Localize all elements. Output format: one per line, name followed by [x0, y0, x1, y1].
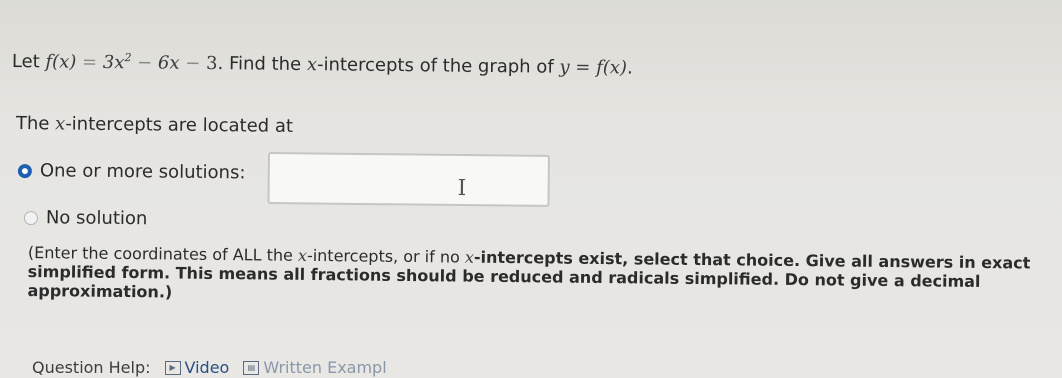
question-middle: . Find the	[217, 53, 307, 76]
x-variable: x	[306, 54, 318, 76]
question-help-bar: Question Help: ▶ Video ▤ Written Exampl	[32, 358, 387, 377]
term-constant: 3	[206, 53, 218, 75]
written-example-link[interactable]: ▤ Written Exampl	[243, 358, 387, 377]
option-label: No solution	[45, 207, 148, 230]
function-lhs: f(x)	[45, 51, 77, 73]
y-variable: y	[559, 56, 570, 78]
question-prefix: Let	[11, 50, 46, 73]
text-cursor-icon: I	[457, 175, 467, 202]
option-label: One or more solutions:	[39, 160, 246, 184]
equals-sign: =	[76, 51, 103, 73]
question-help-label: Question Help:	[32, 358, 151, 377]
minus-sign: −	[179, 52, 207, 75]
function-reference: f(x)	[596, 57, 628, 79]
x-variable: x	[464, 247, 475, 267]
x-variable: x	[297, 245, 308, 265]
answer-instructions: (Enter the coordinates of ALL the x-inte…	[27, 243, 1031, 302]
question-text: Let f(x) = 3x2 − 6x − 3. Find the x-inte…	[12, 50, 633, 79]
video-icon: ▶	[164, 360, 181, 375]
term-linear: 6x	[157, 52, 180, 74]
answer-intro: The x-intercepts are located at	[15, 113, 294, 137]
radio-unselected-icon[interactable]	[23, 210, 38, 225]
minus-sign: −	[131, 52, 159, 74]
radio-selected-icon[interactable]	[17, 163, 32, 178]
question-end: .	[626, 57, 633, 79]
document-icon: ▤	[243, 360, 260, 375]
video-link[interactable]: ▶ Video	[164, 358, 229, 377]
question-page: Let f(x) = 3x2 − 6x − 3. Find the x-inte…	[0, 0, 1062, 378]
question-suffix: -intercepts of the graph of	[316, 54, 560, 78]
function-expression: f(x) = 3x2 − 6x − 3	[45, 51, 217, 74]
option-one-or-more-solutions[interactable]: One or more solutions:	[17, 160, 246, 184]
term-quadratic: 3x	[102, 51, 125, 74]
answer-input[interactable]: I	[267, 152, 550, 207]
option-no-solution[interactable]: No solution	[23, 207, 148, 230]
equals-sign: =	[569, 56, 597, 79]
x-variable: x	[54, 113, 66, 135]
